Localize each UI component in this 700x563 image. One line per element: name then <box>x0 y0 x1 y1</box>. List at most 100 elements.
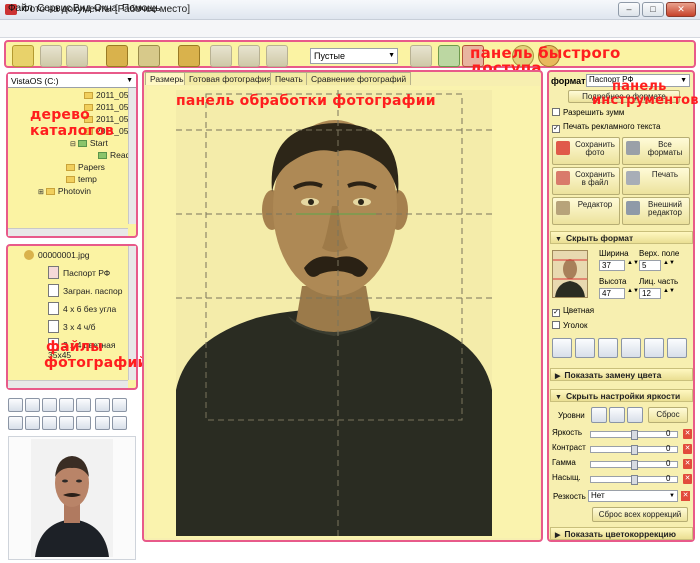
menu-help[interactable]: Помощь <box>122 3 161 14</box>
slider-knob[interactable] <box>631 460 638 470</box>
external-editor-button[interactable]: Внешний редактор <box>622 197 690 225</box>
menu-view[interactable]: Вид <box>73 3 91 14</box>
hide-format-section[interactable]: ▼ Скрыть формат <box>550 231 693 244</box>
properties-icon[interactable] <box>25 416 40 430</box>
close-button[interactable]: ✕ <box>666 2 696 17</box>
menu-windows[interactable]: Окна <box>94 3 117 14</box>
preset-select[interactable]: Пустые ▼ <box>310 48 398 64</box>
menu-service[interactable]: Сервис <box>37 3 71 14</box>
sort-desc-icon[interactable] <box>112 416 127 430</box>
brightness-slider[interactable] <box>590 430 678 440</box>
close-icon[interactable]: ✕ <box>683 429 692 439</box>
save-icon[interactable] <box>40 45 62 67</box>
reset-all-corrections-button[interactable]: Сброс всех коррекций <box>592 507 688 522</box>
person-icon[interactable] <box>106 45 128 67</box>
allow-zoom-checkbox[interactable]: Разрешить зумм <box>552 108 624 117</box>
save-to-file-button[interactable]: Сохранить в файл <box>552 167 620 195</box>
color-checkbox[interactable]: ✓ Цветная <box>552 306 594 317</box>
template-4-icon[interactable] <box>621 338 641 358</box>
tree-item[interactable]: ⊟ Start <box>70 138 108 148</box>
menu-file[interactable]: Файл <box>8 3 33 14</box>
tab-print[interactable]: Печать <box>270 72 308 85</box>
template-1-icon[interactable] <box>552 338 572 358</box>
edit-icon[interactable] <box>8 416 23 430</box>
tree-scrollbar-vertical[interactable] <box>128 88 136 224</box>
drive-select[interactable]: VistaOS (C:) ▼ <box>8 74 136 88</box>
show-color-replace-section[interactable]: ▶ Показать замену цвета <box>550 368 693 381</box>
template-2-icon[interactable] <box>575 338 595 358</box>
face-input[interactable]: 12 <box>639 288 661 299</box>
saturation-slider[interactable] <box>590 475 678 485</box>
tree-item[interactable]: ⊞ Photovin <box>38 186 91 196</box>
save-photo-button[interactable]: Сохранить фото <box>552 137 620 165</box>
photo-thumbnail[interactable] <box>9 437 135 559</box>
top-margin-spinner-icon[interactable]: ▲▼ <box>663 260 675 266</box>
corner-checkbox[interactable]: Уголок <box>552 321 587 330</box>
close-icon[interactable]: ✕ <box>681 491 690 501</box>
move-icon[interactable] <box>76 416 91 430</box>
tree-item[interactable]: Papers <box>66 162 105 172</box>
refresh-icon[interactable] <box>95 398 110 412</box>
height-spinner-icon[interactable]: ▲▼ <box>627 288 639 294</box>
top-margin-input[interactable]: 5 <box>639 260 661 271</box>
open-photo-icon[interactable] <box>12 45 34 67</box>
minimize-button[interactable]: – <box>618 2 640 17</box>
file-root[interactable]: 00000001.jpg <box>24 250 90 260</box>
tree-scrollbar-horizontal[interactable] <box>8 228 128 236</box>
width-spinner-icon[interactable]: ▲▼ <box>627 260 639 266</box>
maximize-button[interactable]: □ <box>642 2 664 17</box>
close-icon[interactable]: ✕ <box>683 459 692 469</box>
sort-icon[interactable] <box>112 398 127 412</box>
person-add-icon[interactable] <box>178 45 200 67</box>
photo-canvas[interactable] <box>176 90 492 536</box>
show-color-correction-section[interactable]: ▶ Показать цветокоррекцию <box>550 527 693 540</box>
person-search-icon[interactable] <box>138 45 160 67</box>
toolbar-button-6-icon[interactable] <box>210 45 232 67</box>
add-icon[interactable] <box>438 45 460 67</box>
export-folder-icon[interactable] <box>76 398 91 412</box>
cursor-icon[interactable] <box>591 407 607 423</box>
reset-levels-button[interactable]: Сброс <box>648 407 688 423</box>
export-icon[interactable] <box>410 45 432 67</box>
tree-item[interactable]: 2011_05_ <box>84 102 133 112</box>
gamma-slider[interactable] <box>590 460 678 470</box>
slider-knob[interactable] <box>631 430 638 440</box>
hide-brightness-section[interactable]: ▼ Скрыть настройки яркости <box>550 389 693 402</box>
rotate-icon[interactable] <box>95 416 110 430</box>
files-scrollbar-horizontal[interactable] <box>8 380 128 388</box>
tab-ready-photo[interactable]: Готовая фотография <box>184 72 277 85</box>
eyedropper-icon[interactable] <box>609 407 625 423</box>
contrast-slider[interactable] <box>590 445 678 455</box>
slider-knob[interactable] <box>631 445 638 455</box>
template-3-icon[interactable] <box>598 338 618 358</box>
editor-button[interactable]: Редактор <box>552 197 620 225</box>
tree-item[interactable]: temp <box>66 174 97 184</box>
height-input[interactable]: 47 <box>599 288 625 299</box>
paste-file-icon[interactable] <box>42 398 57 412</box>
copy-file-icon[interactable] <box>25 398 40 412</box>
folder-icon[interactable] <box>59 398 74 412</box>
add-file-icon[interactable] <box>8 398 23 412</box>
template-5-icon[interactable] <box>644 338 664 358</box>
delete-file-icon[interactable] <box>59 416 74 430</box>
tree-item[interactable]: 2011_05_ <box>84 90 133 100</box>
toolbar-button-8-icon[interactable] <box>266 45 288 67</box>
duplicate-icon[interactable] <box>42 416 57 430</box>
eyedropper-gray-icon[interactable] <box>627 407 643 423</box>
list-item[interactable]: Загран. паспор <box>48 284 122 297</box>
print-button[interactable]: Печать <box>622 167 690 195</box>
toolbar-button-7-icon[interactable] <box>238 45 260 67</box>
list-item[interactable]: 3 x 4 ч/б <box>48 320 95 333</box>
tab-compare-photos[interactable]: Сравнение фотографий <box>306 72 412 85</box>
list-item[interactable]: 4 x 6 без угла <box>48 302 116 315</box>
slider-knob[interactable] <box>631 475 638 485</box>
template-6-icon[interactable] <box>667 338 687 358</box>
width-input[interactable]: 37 <box>599 260 625 271</box>
sharpness-select[interactable]: Нет ▼ <box>588 490 678 502</box>
all-formats-button[interactable]: Все форматы <box>622 137 690 165</box>
list-item[interactable]: Паспорт РФ <box>48 266 110 279</box>
print-ad-checkbox[interactable]: ✓ Печать рекламного текста <box>552 122 660 133</box>
close-icon[interactable]: ✕ <box>683 444 692 454</box>
close-icon[interactable]: ✕ <box>683 474 692 484</box>
document-icon[interactable] <box>66 45 88 67</box>
